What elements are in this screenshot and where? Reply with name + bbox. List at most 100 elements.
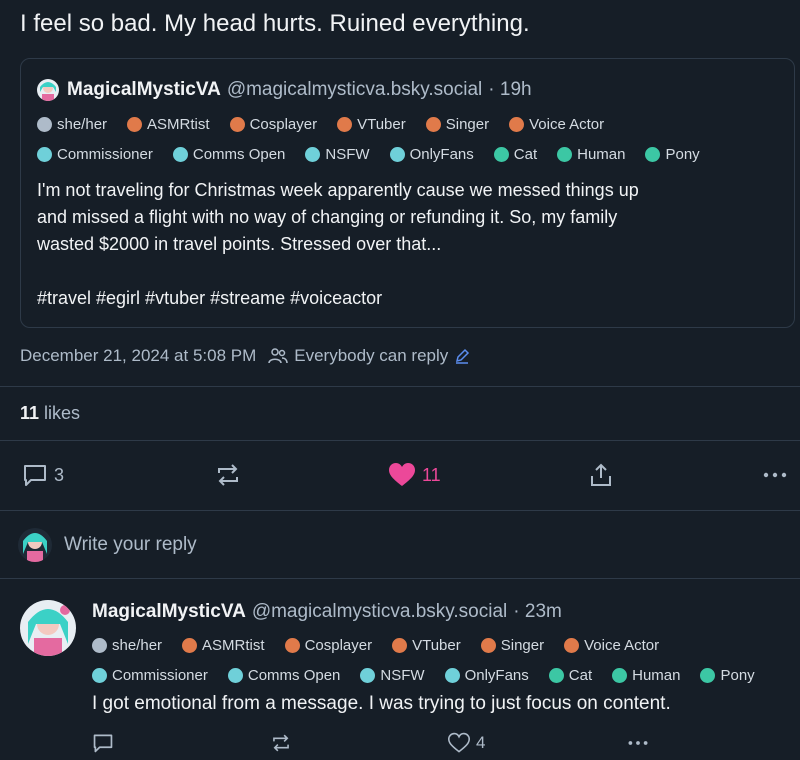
reply-time: · 23m (513, 601, 562, 622)
badge-icon (645, 147, 661, 162)
share-button[interactable] (588, 462, 614, 488)
badge-icon (557, 147, 573, 162)
divider (0, 386, 800, 387)
divider (0, 510, 800, 511)
info-icon (37, 117, 52, 132)
ellipsis-icon (628, 741, 648, 745)
pencil-icon[interactable] (454, 348, 470, 364)
label-human[interactable]: Human (612, 667, 680, 684)
info-icon (92, 638, 107, 653)
label-pronouns[interactable]: she/her (37, 116, 107, 133)
reply-text: I got emotional from a message. I was tr… (92, 693, 671, 714)
quoted-time: · 19h (488, 79, 532, 100)
badge-icon (389, 147, 405, 162)
reply-header: MagicalMysticVA @magicalmysticva.bsky.so… (92, 601, 562, 623)
like-button[interactable]: 11 (388, 462, 441, 488)
reply-placeholder[interactable]: Write your reply (64, 534, 197, 556)
post-meta: December 21, 2024 at 5:08 PM Everybody c… (20, 346, 476, 366)
badge-icon (227, 668, 243, 683)
reply-comment-button[interactable] (92, 732, 114, 754)
label-pony[interactable]: Pony (645, 146, 700, 163)
share-icon (591, 463, 611, 486)
repost-icon (273, 734, 289, 752)
badge-icon (493, 147, 509, 162)
reply-repost-button[interactable] (270, 732, 292, 754)
label-asmrtist[interactable]: ASMRtist (127, 116, 210, 133)
label-comms-open[interactable]: Comms Open (227, 667, 340, 684)
label-onlyfans[interactable]: OnlyFans (389, 146, 474, 163)
badge-icon (172, 147, 188, 162)
comment-icon (24, 465, 46, 486)
badge-icon (360, 668, 376, 683)
badge-icon (548, 668, 564, 683)
reply-avatar[interactable] (20, 600, 76, 656)
reply-labels-row2: Commissioner Comms Open NSFW OnlyFans Ca… (92, 667, 775, 684)
label-asmrtist[interactable]: ASMRtist (182, 637, 265, 654)
quoted-post-header: MagicalMysticVA @magicalmysticva.bsky.so… (37, 79, 532, 101)
post-text: I feel so bad. My head hurts. Ruined eve… (20, 10, 530, 37)
likes-label: likes (44, 403, 81, 423)
badge-icon (700, 668, 716, 683)
badge-icon (182, 638, 198, 653)
badge-icon (284, 638, 300, 653)
label-nsfw[interactable]: NSFW (305, 146, 370, 163)
reply-like-count: 4 (476, 733, 486, 752)
label-cosplayer[interactable]: Cosplayer (229, 116, 317, 133)
label-cat[interactable]: Cat (548, 667, 592, 684)
quoted-post[interactable]: MagicalMysticVA @magicalmysticva.bsky.so… (20, 58, 795, 328)
label-commissioner[interactable]: Commissioner (37, 146, 153, 163)
repost-button[interactable] (214, 462, 242, 488)
post-date: December 21, 2024 at 5:08 PM (20, 346, 257, 365)
label-onlyfans[interactable]: OnlyFans (444, 667, 529, 684)
badge-icon (480, 638, 496, 653)
label-vtuber[interactable]: VTuber (337, 116, 406, 133)
badge-icon (92, 668, 107, 683)
badge-icon (444, 668, 460, 683)
badge-icon (509, 117, 525, 132)
badge-icon (392, 638, 408, 653)
label-voice-actor[interactable]: Voice Actor (509, 116, 604, 133)
label-cat[interactable]: Cat (493, 146, 537, 163)
badge-icon (229, 117, 245, 132)
label-pronouns[interactable]: she/her (92, 637, 162, 654)
comment-icon (93, 734, 113, 753)
label-singer[interactable]: Singer (425, 116, 489, 133)
reply-count: 3 (54, 464, 65, 485)
label-nsfw[interactable]: NSFW (360, 667, 425, 684)
reply-handle[interactable]: @magicalmysticva.bsky.social (252, 601, 507, 623)
reply-more-button[interactable] (626, 732, 650, 754)
divider (0, 578, 800, 579)
label-human[interactable]: Human (557, 146, 625, 163)
badge-icon (127, 117, 143, 132)
avatar (18, 528, 52, 562)
label-pony[interactable]: Pony (700, 667, 755, 684)
people-icon (268, 348, 288, 364)
reply-setting[interactable]: Everybody can reply (268, 346, 476, 366)
hashtags[interactable]: #travel #egirl #vtuber #streame #voiceac… (37, 285, 787, 312)
label-singer[interactable]: Singer (480, 637, 544, 654)
quoted-avatar[interactable] (37, 79, 59, 101)
likes-summary[interactable]: 11 likes (20, 403, 80, 424)
reply-like-button[interactable]: 4 (448, 732, 485, 754)
badge-icon (37, 147, 52, 162)
likes-count: 11 (20, 403, 40, 423)
reply-composer[interactable]: Write your reply (18, 528, 197, 562)
reply-button[interactable]: 3 (22, 462, 64, 488)
reply-display-name[interactable]: MagicalMysticVA (92, 601, 246, 623)
badge-icon (612, 668, 628, 683)
label-comms-open[interactable]: Comms Open (172, 146, 285, 163)
label-cosplayer[interactable]: Cosplayer (284, 637, 372, 654)
badge-icon (337, 117, 353, 132)
more-options-button[interactable] (762, 462, 788, 488)
quoted-labels-row2: Commissioner Comms Open NSFW OnlyFans Ca… (37, 146, 720, 163)
quoted-display-name[interactable]: MagicalMysticVA (67, 79, 221, 101)
ellipsis-icon (763, 472, 787, 478)
label-commissioner[interactable]: Commissioner (92, 667, 208, 684)
reply-labels-row1: she/her ASMRtist Cosplayer VTuber Singer… (92, 637, 679, 654)
heart-outline-icon (448, 732, 470, 753)
label-voice-actor[interactable]: Voice Actor (564, 637, 659, 654)
label-vtuber[interactable]: VTuber (392, 637, 461, 654)
quoted-handle[interactable]: @magicalmysticva.bsky.social (227, 79, 482, 101)
quoted-post-body: I'm not traveling for Christmas week app… (37, 177, 787, 312)
badge-icon (305, 147, 321, 162)
